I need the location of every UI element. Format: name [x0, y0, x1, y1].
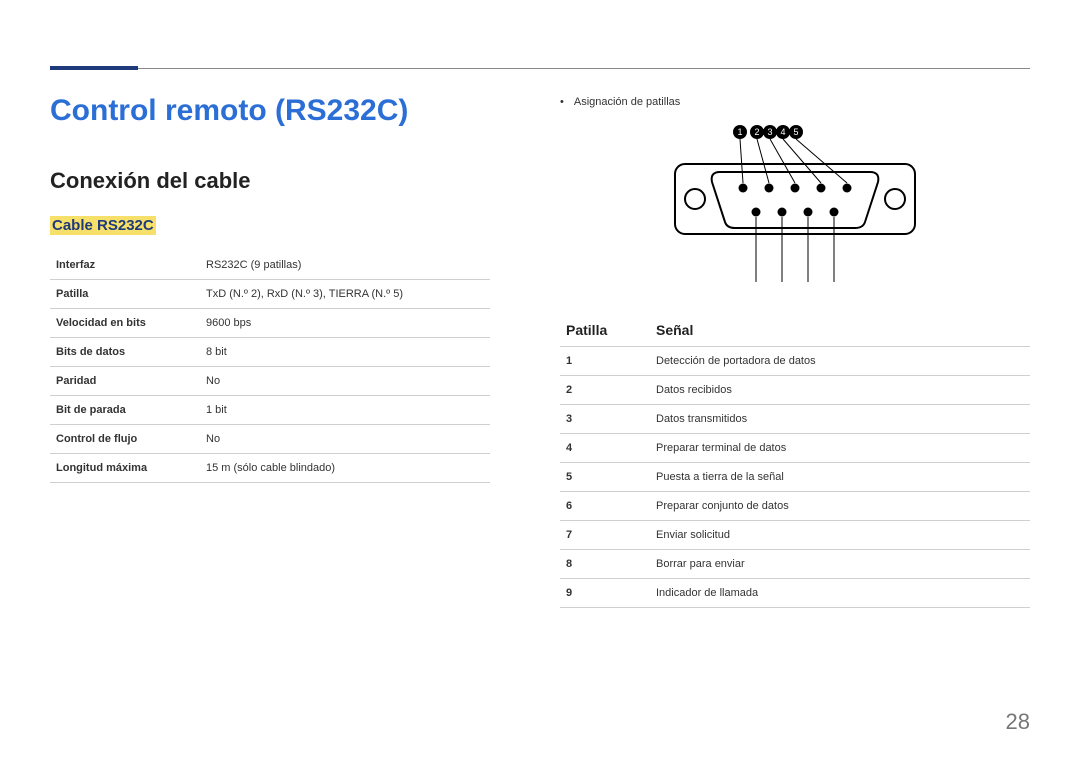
spec-label: Longitud máxima [50, 454, 200, 483]
pin-signal: Detección de portadora de datos [650, 347, 1030, 376]
table-row: 7Enviar solicitud [560, 521, 1030, 550]
spec-label: Velocidad en bits [50, 309, 200, 338]
spec-value: No [200, 425, 490, 454]
table-row: Interfaz RS232C (9 patillas) [50, 251, 490, 280]
pin-assignment-bullet: Asignación de patillas [560, 96, 1030, 108]
section-title: Conexión del cable [50, 168, 490, 194]
pin-number: 9 [560, 579, 650, 608]
pin-label-1: 1 [737, 127, 742, 137]
spec-label: Patilla [50, 280, 200, 309]
table-row: 9Indicador de llamada [560, 579, 1030, 608]
pin-number: 1 [560, 347, 650, 376]
table-row: Control de flujo No [50, 425, 490, 454]
spec-value: 9600 bps [200, 309, 490, 338]
pin-number: 4 [560, 434, 650, 463]
pin-label-4: 4 [780, 127, 785, 137]
spec-label: Bit de parada [50, 396, 200, 425]
pin-signal: Puesta a tierra de la señal [650, 463, 1030, 492]
header-accent-bar [50, 66, 138, 70]
spec-value: 1 bit [200, 396, 490, 425]
pin-label-5: 5 [793, 127, 798, 137]
table-row: 1Detección de portadora de datos [560, 347, 1030, 376]
pin-header-signal: Señal [656, 322, 693, 338]
table-row: Bits de datos 8 bit [50, 338, 490, 367]
pin-label-2: 2 [754, 127, 759, 137]
pin-signal: Borrar para enviar [650, 550, 1030, 579]
pin-number: 5 [560, 463, 650, 492]
table-row: 8Borrar para enviar [560, 550, 1030, 579]
pin-label-3: 3 [767, 127, 772, 137]
pin-number: 6 [560, 492, 650, 521]
pin-number: 2 [560, 376, 650, 405]
spec-label: Bits de datos [50, 338, 200, 367]
table-row: Longitud máxima 15 m (sólo cable blindad… [50, 454, 490, 483]
pin-number: 8 [560, 550, 650, 579]
spec-label: Paridad [50, 367, 200, 396]
page-number: 28 [1006, 709, 1030, 735]
pin-signal: Indicador de llamada [650, 579, 1030, 608]
pin-signal: Enviar solicitud [650, 521, 1030, 550]
pin-number: 3 [560, 405, 650, 434]
spec-label: Interfaz [50, 251, 200, 280]
table-row: 3Datos transmitidos [560, 405, 1030, 434]
subsection-title: Cable RS232C [50, 216, 156, 235]
spec-value: No [200, 367, 490, 396]
table-row: 5Puesta a tierra de la señal [560, 463, 1030, 492]
pin-header-pin: Patilla [566, 322, 656, 338]
spec-value: 8 bit [200, 338, 490, 367]
db9-connector-diagram: 1 2 3 4 5 [665, 122, 925, 292]
spec-label: Control de flujo [50, 425, 200, 454]
pin-table-header: Patilla Señal [560, 314, 1030, 347]
spec-value: TxD (N.º 2), RxD (N.º 3), TIERRA (N.º 5) [200, 280, 490, 309]
spec-value: RS232C (9 patillas) [200, 251, 490, 280]
left-column: Conexión del cable Cable RS232C Interfaz… [50, 168, 490, 483]
pin-signal: Preparar conjunto de datos [650, 492, 1030, 521]
pin-signal: Preparar terminal de datos [650, 434, 1030, 463]
pin-number: 7 [560, 521, 650, 550]
right-column: Asignación de patillas 1 2 3 4 5 [560, 96, 1030, 608]
pin-signal-table: 1Detección de portadora de datos 2Datos … [560, 347, 1030, 608]
table-row: Bit de parada 1 bit [50, 396, 490, 425]
header-divider [50, 68, 1030, 69]
table-row: 6Preparar conjunto de datos [560, 492, 1030, 521]
table-row: 2Datos recibidos [560, 376, 1030, 405]
spec-value: 15 m (sólo cable blindado) [200, 454, 490, 483]
pin-signal: Datos recibidos [650, 376, 1030, 405]
table-row: Patilla TxD (N.º 2), RxD (N.º 3), TIERRA… [50, 280, 490, 309]
table-row: Velocidad en bits 9600 bps [50, 309, 490, 338]
table-row: Paridad No [50, 367, 490, 396]
table-row: 4Preparar terminal de datos [560, 434, 1030, 463]
cable-spec-table: Interfaz RS232C (9 patillas) Patilla TxD… [50, 251, 490, 483]
page-title: Control remoto (RS232C) [50, 94, 408, 128]
pin-signal: Datos transmitidos [650, 405, 1030, 434]
